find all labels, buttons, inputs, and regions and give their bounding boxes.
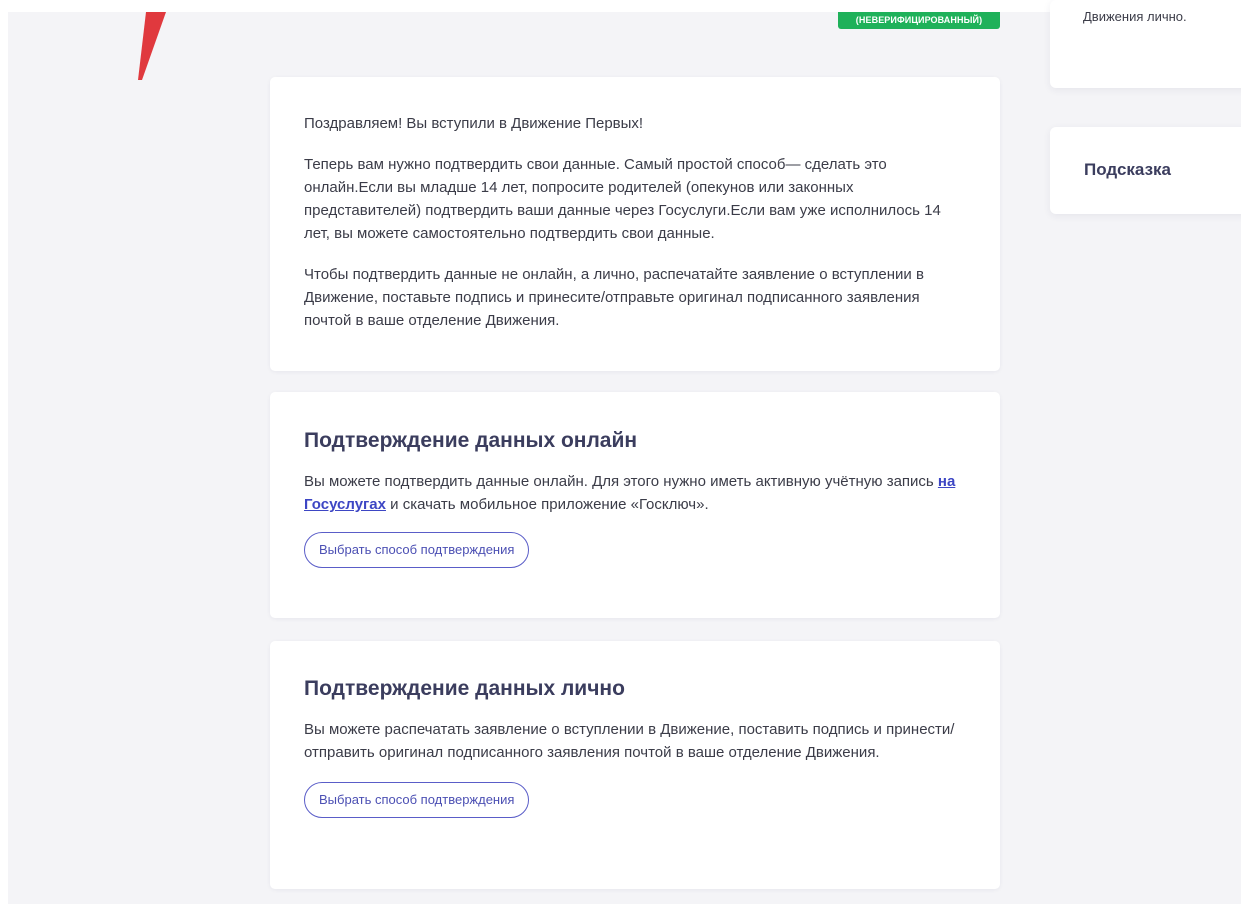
hint-title: Подсказка bbox=[1084, 160, 1171, 179]
brand-red-stripe bbox=[138, 12, 166, 80]
choose-method-button-online[interactable]: Выбрать способ подтверждения bbox=[304, 532, 530, 568]
online-text-end: и скачать мобильное приложение «Госключ»… bbox=[385, 496, 709, 513]
online-verification-title: Подтверждение данных онлайн bbox=[304, 429, 638, 452]
congrats-card: Поздравляем! Вы вступили в Движение Перв… bbox=[270, 77, 1000, 371]
hint-card[interactable]: Подсказка bbox=[1050, 127, 1241, 214]
online-verification-card: Подтверждение данных онлайн Вы можете по… bbox=[270, 392, 1000, 618]
side-info-text: Движения лично. bbox=[1083, 9, 1187, 24]
congrats-paragraph: Чтобы подтвердить данные не онлайн, а ли… bbox=[304, 266, 924, 329]
personal-verification-card: Подтверждение данных лично Вы можете рас… bbox=[270, 641, 1000, 889]
status-badge: (НЕВЕРИФИЦИРОВАННЫЙ) bbox=[838, 12, 1000, 29]
personal-verification-text: Вы можете распечатать заявление о вступл… bbox=[304, 721, 955, 761]
online-text-start: Вы можете подтвердить данные онлайн. Для… bbox=[304, 473, 938, 490]
choose-method-button-personal[interactable]: Выбрать способ подтверждения bbox=[304, 782, 530, 818]
online-verification-text: Вы можете подтвердить данные онлайн. Для… bbox=[304, 470, 966, 516]
congrats-paragraph: Теперь вам нужно подтвердить свои данные… bbox=[304, 156, 941, 242]
side-info-card: Движения лично. bbox=[1050, 0, 1241, 88]
personal-verification-title: Подтверждение данных лично bbox=[304, 677, 625, 700]
congrats-paragraph: Поздравляем! Вы вступили в Движение Перв… bbox=[304, 115, 644, 132]
